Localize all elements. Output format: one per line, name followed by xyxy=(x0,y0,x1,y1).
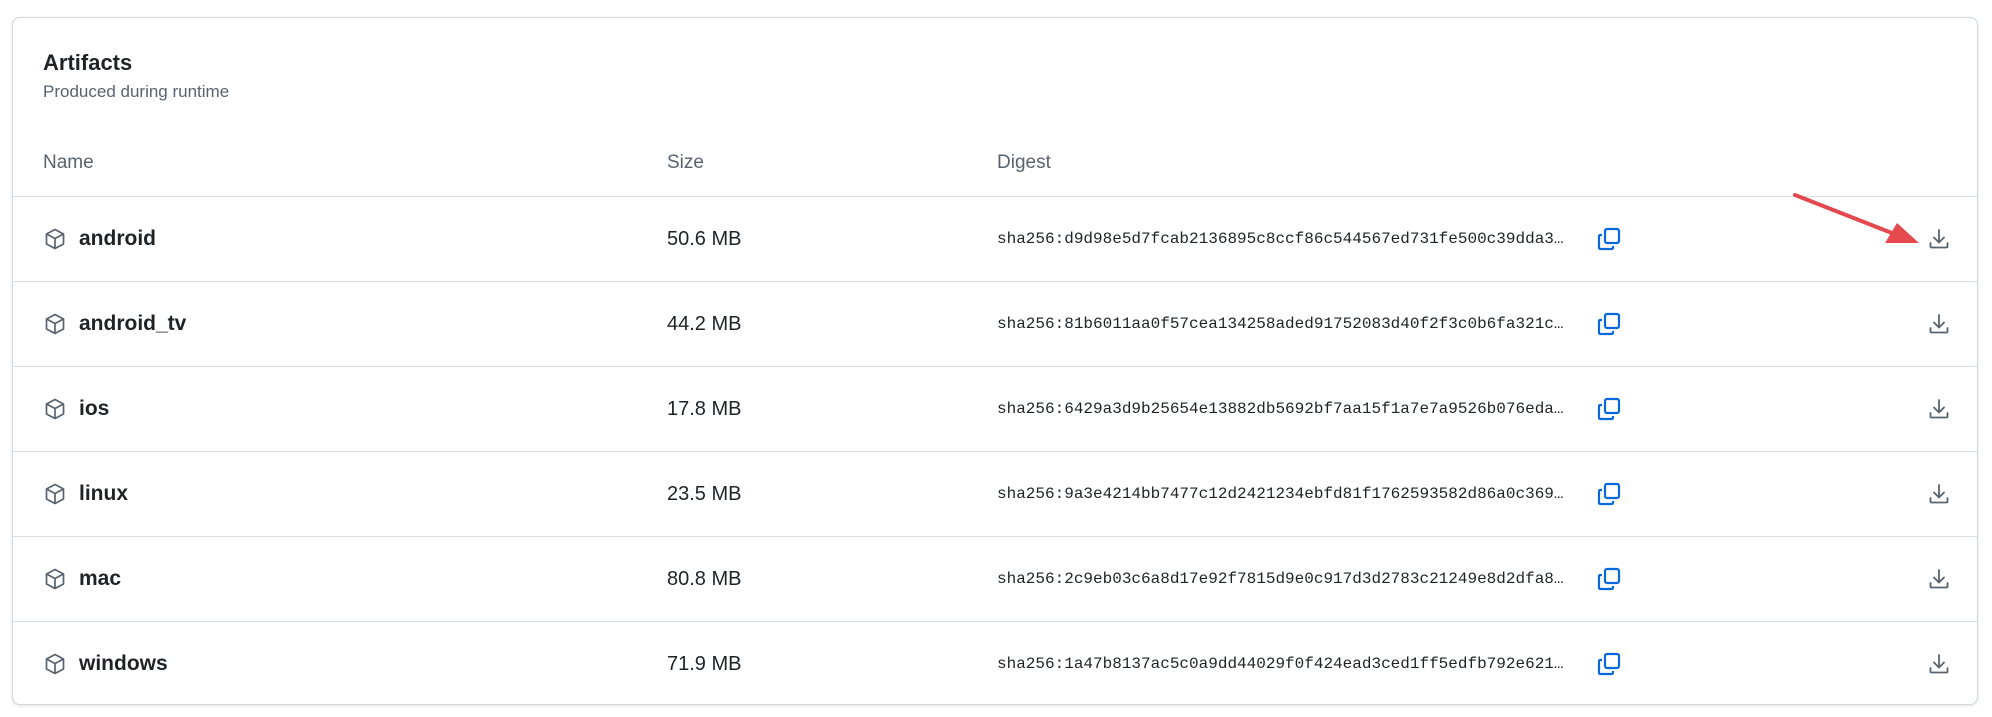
artifact-name-cell: android xyxy=(43,197,156,281)
copy-icon xyxy=(1597,227,1621,251)
artifact-name[interactable]: linux xyxy=(79,482,128,506)
column-header-digest: Digest xyxy=(997,152,1051,173)
download-button[interactable] xyxy=(1927,537,1951,621)
artifact-size: 80.8 MB xyxy=(667,567,742,590)
copy-icon xyxy=(1597,312,1621,336)
table-row: windows 71.9 MB sha256:1a47b8137ac5c0a9d… xyxy=(13,621,1977,706)
artifact-digest: sha256:81b6011aa0f57cea134258aded9175208… xyxy=(997,315,1564,333)
artifact-digest: sha256:6429a3d9b25654e13882db5692bf7aa15… xyxy=(997,400,1564,418)
copy-digest-button[interactable] xyxy=(1596,367,1622,451)
artifact-digest-cell: sha256:d9d98e5d7fcab2136895c8ccf86c54456… xyxy=(997,197,1564,281)
package-icon xyxy=(43,567,67,591)
artifact-digest: sha256:9a3e4214bb7477c12d2421234ebfd81f1… xyxy=(997,485,1564,503)
table-row: android_tv 44.2 MB sha256:81b6011aa0f57c… xyxy=(13,281,1977,366)
copy-digest-button[interactable] xyxy=(1596,282,1622,366)
card-subtitle: Produced during runtime xyxy=(43,82,230,101)
artifact-digest-cell: sha256:2c9eb03c6a8d17e92f7815d9e0c917d3d… xyxy=(997,537,1564,621)
package-icon xyxy=(43,482,67,506)
artifact-name[interactable]: android_tv xyxy=(79,312,186,336)
download-button[interactable] xyxy=(1927,282,1951,366)
artifact-name-cell: android_tv xyxy=(43,282,186,366)
artifacts-card: Artifacts Produced during runtime Name S… xyxy=(12,17,1978,705)
artifact-digest: sha256:2c9eb03c6a8d17e92f7815d9e0c917d3d… xyxy=(997,570,1564,588)
artifact-digest: sha256:d9d98e5d7fcab2136895c8ccf86c54456… xyxy=(997,230,1564,248)
copy-icon xyxy=(1597,652,1621,676)
download-icon xyxy=(1929,569,1949,589)
column-header-name: Name xyxy=(43,152,94,173)
download-icon xyxy=(1929,654,1949,674)
artifact-size: 23.5 MB xyxy=(667,482,742,505)
artifact-name-cell: linux xyxy=(43,452,128,536)
artifact-name[interactable]: mac xyxy=(79,567,121,591)
download-button[interactable] xyxy=(1927,622,1951,706)
table-row: mac 80.8 MB sha256:2c9eb03c6a8d17e92f781… xyxy=(13,536,1977,621)
column-header-size: Size xyxy=(667,152,704,173)
artifact-digest: sha256:1a47b8137ac5c0a9dd44029f0f424ead3… xyxy=(997,655,1564,673)
artifact-name[interactable]: android xyxy=(79,227,156,251)
copy-digest-button[interactable] xyxy=(1596,452,1622,536)
artifact-name-cell: ios xyxy=(43,367,109,451)
copy-digest-button[interactable] xyxy=(1596,537,1622,621)
artifact-size: 71.9 MB xyxy=(667,652,742,675)
artifact-name[interactable]: windows xyxy=(79,652,168,676)
copy-digest-button[interactable] xyxy=(1596,622,1622,706)
table-row: ios 17.8 MB sha256:6429a3d9b25654e13882d… xyxy=(13,366,1977,451)
download-icon xyxy=(1929,314,1949,334)
artifact-size: 17.8 MB xyxy=(667,397,742,420)
artifact-list: android 50.6 MB sha256:d9d98e5d7fcab2136… xyxy=(13,196,1977,706)
copy-icon xyxy=(1597,567,1621,591)
artifact-size: 44.2 MB xyxy=(667,312,742,335)
download-icon xyxy=(1929,399,1949,419)
artifact-name[interactable]: ios xyxy=(79,397,109,421)
artifact-size: 50.6 MB xyxy=(667,227,742,250)
artifact-digest-cell: sha256:81b6011aa0f57cea134258aded9175208… xyxy=(997,282,1564,366)
download-button[interactable] xyxy=(1927,452,1951,536)
package-icon xyxy=(43,227,67,251)
copy-icon xyxy=(1597,397,1621,421)
download-button[interactable] xyxy=(1927,367,1951,451)
copy-icon xyxy=(1597,482,1621,506)
package-icon xyxy=(43,652,67,676)
package-icon xyxy=(43,312,67,336)
table-row: linux 23.5 MB sha256:9a3e4214bb7477c12d2… xyxy=(13,451,1977,536)
package-icon xyxy=(43,397,67,421)
artifact-name-cell: windows xyxy=(43,622,168,706)
artifact-digest-cell: sha256:1a47b8137ac5c0a9dd44029f0f424ead3… xyxy=(997,622,1564,706)
artifact-name-cell: mac xyxy=(43,537,121,621)
artifact-digest-cell: sha256:9a3e4214bb7477c12d2421234ebfd81f1… xyxy=(997,452,1564,536)
download-icon xyxy=(1929,484,1949,504)
table-row: android 50.6 MB sha256:d9d98e5d7fcab2136… xyxy=(13,196,1977,281)
arrow-annotation xyxy=(1793,193,1919,243)
card-header: Artifacts Produced during runtime xyxy=(43,52,229,102)
card-title: Artifacts xyxy=(43,50,133,75)
copy-digest-button[interactable] xyxy=(1596,197,1622,281)
artifact-digest-cell: sha256:6429a3d9b25654e13882db5692bf7aa15… xyxy=(997,367,1564,451)
